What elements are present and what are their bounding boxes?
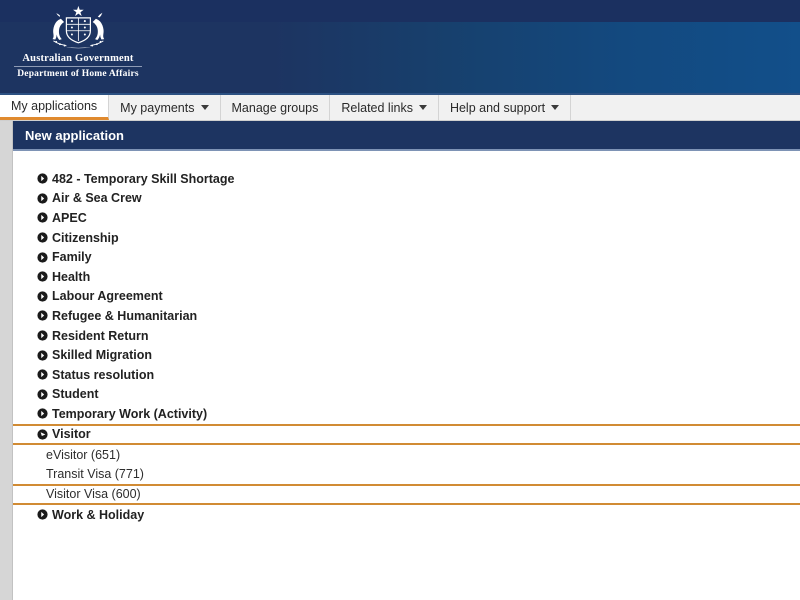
page-body: New application 482 - Temporary Skill Sh… [0,121,800,600]
category-label: Air & Sea Crew [52,191,142,206]
chevron-circle-right-icon-air-sea-crew [37,193,48,204]
department-label: Department of Home Affairs [17,69,139,79]
category-label: Resident Return [52,328,149,343]
category-label: Family [52,250,92,265]
site-masthead: Australian Government Department of Home… [0,0,800,95]
category-label: 482 - Temporary Skill Shortage [52,171,235,186]
chevron-circle-right-icon-482-temporary-skill-shortage [37,173,48,184]
chevron-circle-right-icon-apec [37,212,48,224]
category-row-health[interactable]: Health [13,267,800,287]
chevron-circle-right-icon-health [37,271,48,282]
left-gutter [0,121,13,600]
visa-option-label: Visitor Visa (600) [46,487,141,502]
category-row-visitor[interactable]: Visitor [13,423,800,445]
government-branding: Australian Government Department of Home… [8,4,148,79]
chevron-circle-right-icon-skilled-migration [37,350,48,361]
category-row-status-resolution[interactable]: Status resolution [13,365,800,385]
primary-navigation: My applications My payments Manage groups R… [0,95,800,121]
visa-option-visitor-visa-600[interactable]: Visitor Visa (600) [13,483,800,505]
category-label: Student [52,387,99,402]
category-row-resident-return[interactable]: Resident Return [13,326,800,346]
australian-coat-of-arms-icon [52,5,104,49]
category-row-labour-agreement[interactable]: Labour Agreement [13,287,800,307]
chevron-circle-right-icon-temporary-work-activity [37,408,48,420]
chevron-down-icon [551,105,560,110]
chevron-circle-right-icon-resident-return [37,330,48,341]
chevron-circle-right-icon-student [37,389,48,400]
nav-item-manage-groups[interactable]: Manage groups [220,95,331,120]
branding-divider [14,66,142,67]
nav-item-label: Help and support [449,100,546,115]
category-label: APEC [52,210,87,225]
category-row-refugee-humanitarian[interactable]: Refugee & Humanitarian [13,306,800,326]
panel-title: New application [13,121,800,151]
category-label: Labour Agreement [52,289,163,304]
category-label: Visitor [52,427,91,442]
chevron-down-icon [200,105,209,110]
nav-item-my-payments[interactable]: My payments [109,95,221,120]
visa-option-label: Transit Visa (771) [46,467,144,482]
nav-item-label: Related links [341,100,413,115]
category-row-work-holiday[interactable]: Work & Holiday [13,505,800,525]
nav-item-label: Manage groups [231,100,319,115]
chevron-circle-right-icon-labour-agreement [37,291,48,302]
category-label: Citizenship [52,230,119,245]
category-row-family[interactable]: Family [13,247,800,267]
category-row-citizenship[interactable]: Citizenship [13,228,800,248]
category-label: Skilled Migration [52,348,153,363]
nav-item-label: My payments [120,100,195,115]
category-label: Status resolution [52,367,155,382]
new-application-panel: New application 482 - Temporary Skill Sh… [13,121,800,600]
chevron-down-icon [418,105,427,110]
chevron-circle-right-icon-refugee-humanitarian [37,310,48,322]
visa-option-evisitor-651[interactable]: eVisitor (651) [13,445,800,465]
visa-option-transit-visa-771[interactable]: Transit Visa (771) [13,464,800,484]
application-category-list: 482 - Temporary Skill Shortage Air & Sea … [13,151,800,525]
category-label: Temporary Work (Activity) [52,406,208,421]
category-row-air-sea-crew[interactable]: Air & Sea Crew [13,189,800,209]
chevron-circle-right-icon-status-resolution [37,369,48,380]
chevron-circle-down-icon-visitor [37,429,48,440]
nav-item-help-and-support[interactable]: Help and support [438,95,572,120]
category-label: Work & Holiday [52,507,145,522]
category-row-student[interactable]: Student [13,385,800,405]
chevron-circle-right-icon-work-holiday [37,509,48,520]
visa-option-label: eVisitor (651) [46,447,121,462]
government-label: Australian Government [22,53,134,64]
chevron-circle-right-icon-family [37,252,48,263]
chevron-circle-right-icon-citizenship [37,232,48,243]
category-label: Refugee & Humanitarian [52,308,198,323]
category-row-apec[interactable]: APEC [13,208,800,228]
nav-item-related-links[interactable]: Related links [330,95,439,120]
category-row-skilled-migration[interactable]: Skilled Migration [13,345,800,365]
category-label: Health [52,269,91,284]
nav-item-my-applications[interactable]: My applications [0,95,110,120]
nav-item-label: My applications [11,99,98,113]
category-row-temporary-work-activity[interactable]: Temporary Work (Activity) [13,404,800,424]
category-row-482-temporary-skill-shortage[interactable]: 482 - Temporary Skill Shortage [13,169,800,189]
